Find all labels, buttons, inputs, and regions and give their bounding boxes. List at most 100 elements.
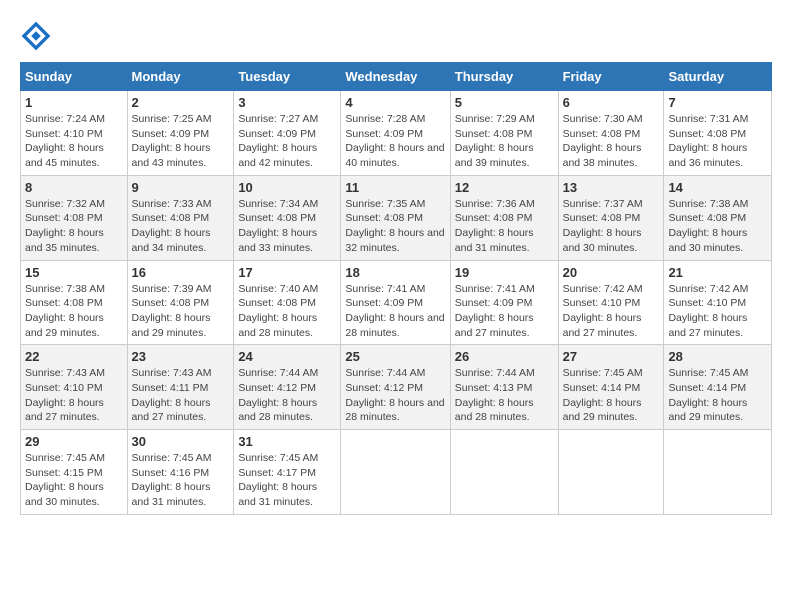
header-saturday: Saturday bbox=[664, 63, 772, 91]
header-sunday: Sunday bbox=[21, 63, 128, 91]
day-number: 4 bbox=[345, 95, 445, 110]
calendar-cell: 20 Sunrise: 7:42 AMSunset: 4:10 PMDayligh… bbox=[558, 260, 664, 345]
day-number: 18 bbox=[345, 265, 445, 280]
day-number: 11 bbox=[345, 180, 445, 195]
calendar-cell: 6Sunrise: 7:30 AMSunset: 4:08 PMDaylight… bbox=[558, 91, 664, 176]
week-row-4: 22 Sunrise: 7:43 AMSunset: 4:10 PMDayligh… bbox=[21, 345, 772, 430]
calendar-cell: 4 Sunrise: 7:28 AMSunset: 4:09 PMDaylight… bbox=[341, 91, 450, 176]
day-detail: Sunrise: 7:38 AMSunset: 4:08 PMDaylight:… bbox=[668, 197, 767, 256]
calendar-cell: 15 Sunrise: 7:38 AMSunset: 4:08 PMDayligh… bbox=[21, 260, 128, 345]
day-detail: Sunrise: 7:32 AMSunset: 4:08 PMDaylight:… bbox=[25, 197, 123, 256]
calendar-cell: 31Sunrise: 7:45 AMSunset: 4:17 PMDayligh… bbox=[234, 430, 341, 515]
week-row-5: 29 Sunrise: 7:45 AMSunset: 4:15 PMDayligh… bbox=[21, 430, 772, 515]
calendar-cell: 9 Sunrise: 7:33 AMSunset: 4:08 PMDaylight… bbox=[127, 175, 234, 260]
day-detail: Sunrise: 7:45 AMSunset: 4:14 PMDaylight:… bbox=[563, 366, 660, 425]
calendar-cell: 1Sunrise: 7:24 AMSunset: 4:10 PMDaylight… bbox=[21, 91, 128, 176]
week-row-2: 8 Sunrise: 7:32 AMSunset: 4:08 PMDaylight… bbox=[21, 175, 772, 260]
day-number: 9 bbox=[132, 180, 230, 195]
calendar-cell: 27 Sunrise: 7:45 AMSunset: 4:14 PMDayligh… bbox=[558, 345, 664, 430]
calendar-cell: 2 Sunrise: 7:25 AMSunset: 4:09 PMDaylight… bbox=[127, 91, 234, 176]
calendar-cell: 23 Sunrise: 7:43 AMSunset: 4:11 PMDayligh… bbox=[127, 345, 234, 430]
day-number: 22 bbox=[25, 349, 123, 364]
header-wednesday: Wednesday bbox=[341, 63, 450, 91]
day-number: 24 bbox=[238, 349, 336, 364]
calendar-cell: 30 Sunrise: 7:45 AMSunset: 4:16 PMDayligh… bbox=[127, 430, 234, 515]
day-detail: Sunrise: 7:39 AMSunset: 4:08 PMDaylight:… bbox=[132, 282, 230, 341]
day-detail: Sunrise: 7:41 AMSunset: 4:09 PMDaylight:… bbox=[455, 282, 554, 341]
page-header bbox=[20, 20, 772, 52]
day-detail: Sunrise: 7:40 AMSunset: 4:08 PMDaylight:… bbox=[238, 282, 336, 341]
day-detail: Sunrise: 7:27 AMSunset: 4:09 PMDaylight:… bbox=[238, 112, 336, 171]
day-number: 13 bbox=[563, 180, 660, 195]
calendar-cell: 12 Sunrise: 7:36 AMSunset: 4:08 PMDayligh… bbox=[450, 175, 558, 260]
day-detail: Sunrise: 7:31 AMSunset: 4:08 PMDaylight:… bbox=[668, 112, 767, 171]
day-detail: Sunrise: 7:45 AMSunset: 4:17 PMDaylight:… bbox=[238, 451, 336, 510]
week-row-3: 15 Sunrise: 7:38 AMSunset: 4:08 PMDayligh… bbox=[21, 260, 772, 345]
day-number: 15 bbox=[25, 265, 123, 280]
calendar-cell: 18 Sunrise: 7:41 AMSunset: 4:09 PMDayligh… bbox=[341, 260, 450, 345]
calendar-cell: 7 Sunrise: 7:31 AMSunset: 4:08 PMDaylight… bbox=[664, 91, 772, 176]
calendar-cell: 5Sunrise: 7:29 AMSunset: 4:08 PMDaylight… bbox=[450, 91, 558, 176]
day-detail: Sunrise: 7:45 AMSunset: 4:16 PMDaylight:… bbox=[132, 451, 230, 510]
day-detail: Sunrise: 7:28 AMSunset: 4:09 PMDaylight:… bbox=[345, 112, 445, 171]
calendar-cell: 14 Sunrise: 7:38 AMSunset: 4:08 PMDayligh… bbox=[664, 175, 772, 260]
calendar-cell: 8 Sunrise: 7:32 AMSunset: 4:08 PMDaylight… bbox=[21, 175, 128, 260]
calendar-cell: 19 Sunrise: 7:41 AMSunset: 4:09 PMDayligh… bbox=[450, 260, 558, 345]
header-friday: Friday bbox=[558, 63, 664, 91]
day-number: 20 bbox=[563, 265, 660, 280]
day-detail: Sunrise: 7:25 AMSunset: 4:09 PMDaylight:… bbox=[132, 112, 230, 171]
calendar-cell: 11Sunrise: 7:35 AMSunset: 4:08 PMDayligh… bbox=[341, 175, 450, 260]
calendar-header-row: SundayMondayTuesdayWednesdayThursdayFrid… bbox=[21, 63, 772, 91]
calendar-cell bbox=[341, 430, 450, 515]
day-detail: Sunrise: 7:45 AMSunset: 4:15 PMDaylight:… bbox=[25, 451, 123, 510]
day-number: 2 bbox=[132, 95, 230, 110]
day-number: 3 bbox=[238, 95, 336, 110]
calendar-cell: 3 Sunrise: 7:27 AMSunset: 4:09 PMDaylight… bbox=[234, 91, 341, 176]
day-number: 5 bbox=[455, 95, 554, 110]
day-detail: Sunrise: 7:38 AMSunset: 4:08 PMDaylight:… bbox=[25, 282, 123, 341]
day-number: 17 bbox=[238, 265, 336, 280]
day-detail: Sunrise: 7:33 AMSunset: 4:08 PMDaylight:… bbox=[132, 197, 230, 256]
day-detail: Sunrise: 7:36 AMSunset: 4:08 PMDaylight:… bbox=[455, 197, 554, 256]
calendar-cell: 13 Sunrise: 7:37 AMSunset: 4:08 PMDayligh… bbox=[558, 175, 664, 260]
day-number: 8 bbox=[25, 180, 123, 195]
calendar-cell: 24 Sunrise: 7:44 AMSunset: 4:12 PMDayligh… bbox=[234, 345, 341, 430]
day-number: 19 bbox=[455, 265, 554, 280]
day-number: 29 bbox=[25, 434, 123, 449]
day-detail: Sunrise: 7:45 AMSunset: 4:14 PMDaylight:… bbox=[668, 366, 767, 425]
day-number: 6 bbox=[563, 95, 660, 110]
logo bbox=[20, 20, 56, 52]
header-monday: Monday bbox=[127, 63, 234, 91]
day-detail: Sunrise: 7:37 AMSunset: 4:08 PMDaylight:… bbox=[563, 197, 660, 256]
calendar-cell: 29 Sunrise: 7:45 AMSunset: 4:15 PMDayligh… bbox=[21, 430, 128, 515]
day-detail: Sunrise: 7:43 AMSunset: 4:10 PMDaylight:… bbox=[25, 366, 123, 425]
day-number: 25 bbox=[345, 349, 445, 364]
calendar-body: 1Sunrise: 7:24 AMSunset: 4:10 PMDaylight… bbox=[21, 91, 772, 515]
day-detail: Sunrise: 7:43 AMSunset: 4:11 PMDaylight:… bbox=[132, 366, 230, 425]
day-number: 12 bbox=[455, 180, 554, 195]
day-number: 10 bbox=[238, 180, 336, 195]
calendar-cell: 25Sunrise: 7:44 AMSunset: 4:12 PMDayligh… bbox=[341, 345, 450, 430]
calendar-cell: 10 Sunrise: 7:34 AMSunset: 4:08 PMDayligh… bbox=[234, 175, 341, 260]
day-number: 7 bbox=[668, 95, 767, 110]
calendar-cell bbox=[664, 430, 772, 515]
day-number: 23 bbox=[132, 349, 230, 364]
day-number: 27 bbox=[563, 349, 660, 364]
day-number: 16 bbox=[132, 265, 230, 280]
day-detail: Sunrise: 7:24 AMSunset: 4:10 PMDaylight:… bbox=[25, 112, 123, 171]
calendar-cell: 17 Sunrise: 7:40 AMSunset: 4:08 PMDayligh… bbox=[234, 260, 341, 345]
calendar-cell: 26Sunrise: 7:44 AMSunset: 4:13 PMDayligh… bbox=[450, 345, 558, 430]
day-detail: Sunrise: 7:44 AMSunset: 4:13 PMDaylight:… bbox=[455, 366, 554, 425]
week-row-1: 1Sunrise: 7:24 AMSunset: 4:10 PMDaylight… bbox=[21, 91, 772, 176]
day-number: 30 bbox=[132, 434, 230, 449]
day-detail: Sunrise: 7:42 AMSunset: 4:10 PMDaylight:… bbox=[563, 282, 660, 341]
day-detail: Sunrise: 7:44 AMSunset: 4:12 PMDaylight:… bbox=[238, 366, 336, 425]
day-detail: Sunrise: 7:41 AMSunset: 4:09 PMDaylight:… bbox=[345, 282, 445, 341]
day-number: 21 bbox=[668, 265, 767, 280]
calendar-cell bbox=[558, 430, 664, 515]
day-detail: Sunrise: 7:34 AMSunset: 4:08 PMDaylight:… bbox=[238, 197, 336, 256]
logo-icon bbox=[20, 20, 52, 52]
day-number: 14 bbox=[668, 180, 767, 195]
header-tuesday: Tuesday bbox=[234, 63, 341, 91]
calendar-cell: 22 Sunrise: 7:43 AMSunset: 4:10 PMDayligh… bbox=[21, 345, 128, 430]
